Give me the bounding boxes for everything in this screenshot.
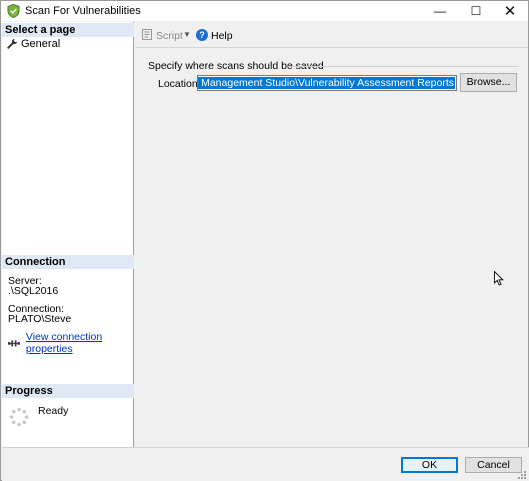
location-input[interactable]: nts\SQL Server Management Studio\Vulnera…: [197, 75, 457, 91]
cancel-button[interactable]: Cancel: [465, 457, 522, 473]
progress-spinner-icon: [9, 407, 29, 427]
select-page-header: Select a page: [2, 23, 134, 37]
script-dropdown-icon[interactable]: ▼: [183, 30, 191, 39]
location-label: Location:: [158, 78, 201, 90]
server-value: .\SQL2016: [8, 285, 59, 297]
mouse-cursor-icon: [494, 271, 504, 286]
connection-header: Connection: [2, 255, 134, 269]
ok-button[interactable]: OK: [401, 457, 458, 473]
right-pane: Script ▼ ? Help Specify where scans shou…: [135, 22, 528, 447]
window-title: Scan For Vulnerabilities: [25, 5, 141, 17]
help-button[interactable]: Help: [211, 30, 233, 42]
page-item-label: General: [21, 38, 61, 50]
view-connection-row[interactable]: View connection properties: [8, 331, 133, 355]
wrench-icon: [7, 38, 18, 49]
toolbar: Script ▼ ? Help: [135, 22, 528, 48]
connection-value: PLATO\Steve: [8, 313, 72, 325]
shield-icon: [7, 4, 20, 18]
minimize-button[interactable]: —: [423, 1, 457, 21]
connection-properties-icon: [8, 340, 20, 347]
browse-button[interactable]: Browse...: [460, 73, 517, 92]
group-divider: [287, 66, 519, 67]
help-icon[interactable]: ?: [196, 29, 208, 41]
resize-grip-icon[interactable]: [517, 470, 527, 480]
close-button[interactable]: ✕: [493, 1, 527, 21]
view-connection-properties-link[interactable]: View connection properties: [26, 331, 133, 355]
title-bar: Scan For Vulnerabilities — ☐ ✕: [1, 1, 528, 21]
page-item-general[interactable]: General: [6, 38, 60, 50]
script-icon: [142, 29, 152, 40]
location-input-value: nts\SQL Server Management Studio\Vulnera…: [198, 77, 455, 89]
scan-vulnerabilities-dialog: Scan For Vulnerabilities — ☐ ✕ Select a …: [0, 0, 529, 481]
progress-header: Progress: [2, 384, 134, 398]
left-pane: Select a page General Connection Server:…: [2, 22, 134, 447]
script-button[interactable]: Script: [156, 30, 183, 42]
dialog-footer: OK Cancel: [2, 447, 529, 481]
progress-status: Ready: [38, 405, 69, 417]
maximize-button[interactable]: ☐: [459, 1, 493, 21]
